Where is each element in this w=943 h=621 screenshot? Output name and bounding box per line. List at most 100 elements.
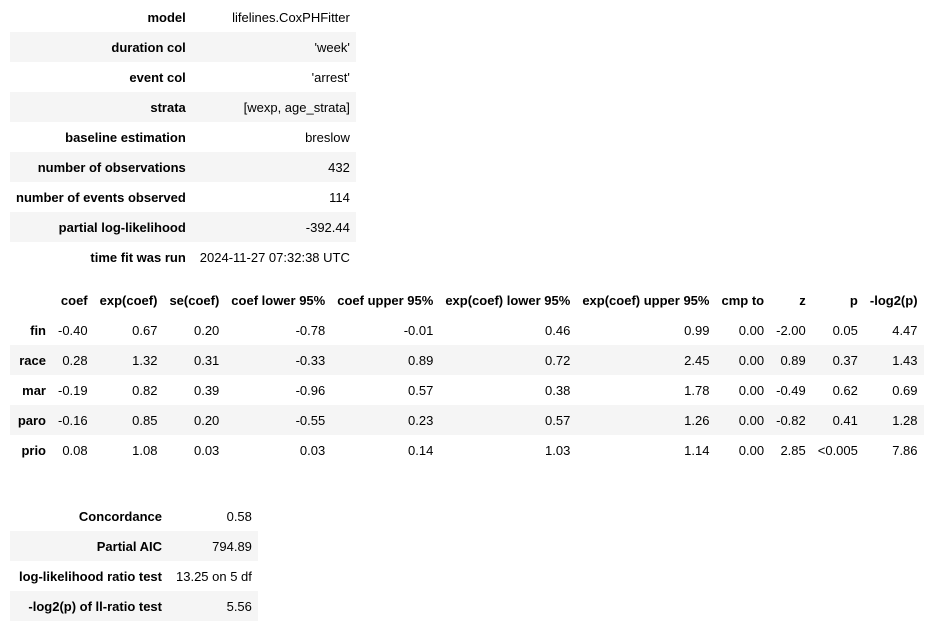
summary-row-partial-log-likelihood: partial log-likelihood -392.44 (10, 212, 356, 242)
cell-exp-coef-lower-95: 0.38 (545, 382, 571, 398)
column-header-coef-lower-95: coef lower 95% (231, 292, 326, 308)
summary-row-baseline-estimation: baseline estimation breslow (10, 122, 356, 152)
cell-se-coef: 0.20 (193, 322, 220, 338)
column-header-exp-coef-upper-95: exp(coef) upper 95% (582, 292, 710, 308)
cell-se-coef: 0.31 (163, 345, 226, 375)
cell-exp-coef-lower-95: 0.46 (545, 322, 571, 338)
cell-coef-lower-95: 0.03 (299, 442, 326, 458)
summary-label: number of events observed (16, 189, 186, 205)
cell-coef-lower-95: -0.78 (295, 322, 326, 338)
cell-z: -0.82 (770, 405, 812, 435)
cell-cmp-to: 0.00 (715, 345, 771, 375)
stats-value: 13.25 on 5 df (176, 568, 252, 584)
cell-neg-log2-p: 1.43 (863, 345, 924, 375)
row-header: fin (30, 322, 46, 338)
cell-cmp-to: 0.00 (738, 442, 765, 458)
stats-value: 5.56 (170, 591, 258, 621)
cell-exp-coef-lower-95: 0.57 (439, 405, 577, 435)
column-header-coef-upper-95: coef upper 95% (337, 292, 434, 308)
cell-neg-log2-p: 7.86 (892, 442, 918, 458)
cell-coef-upper-95: 0.89 (331, 345, 440, 375)
coef-header-row: coef exp(coef) se(coef) coef lower 95% c… (10, 285, 924, 315)
cell-cmp-to: 0.00 (738, 382, 765, 398)
cell-coef-upper-95: 0.57 (408, 382, 434, 398)
cell-p: 0.37 (811, 345, 864, 375)
cell-coef-lower-95: -0.33 (225, 345, 332, 375)
summary-label: duration col (10, 32, 194, 62)
summary-row-number-of-events: number of events observed 114 (10, 182, 356, 212)
cell-coef: -0.40 (58, 322, 88, 338)
cell-exp-coef-lower-95: 0.72 (439, 345, 577, 375)
cell-z: 2.85 (780, 442, 806, 458)
summary-value: 'arrest' (311, 69, 350, 85)
cell-coef-upper-95: -0.01 (403, 322, 434, 338)
summary-label: strata (10, 92, 194, 122)
cell-neg-log2-p: 0.69 (892, 382, 918, 398)
summary-value: 432 (193, 152, 356, 182)
column-header-exp-coef: exp(coef) (99, 292, 158, 308)
row-header: mar (22, 382, 46, 398)
summary-label: time fit was run (90, 249, 186, 265)
cell-coef: 0.08 (62, 442, 88, 458)
summary-value: 'week' (193, 32, 356, 62)
stats-row-neg-log2-p-ll-ratio: -log2(p) of ll-ratio test 5.56 (10, 591, 258, 621)
cell-se-coef: 0.39 (193, 382, 220, 398)
summary-value: -392.44 (193, 212, 356, 242)
cell-cmp-to: 0.00 (738, 322, 765, 338)
stats-row-concordance: Concordance 0.58 (10, 501, 258, 531)
summary-value: breslow (305, 129, 350, 145)
cell-coef-upper-95: 0.23 (331, 405, 440, 435)
cell-z: 0.89 (770, 345, 812, 375)
summary-row-duration-col: duration col 'week' (10, 32, 356, 62)
summary-row-strata: strata [wexp, age_strata] (10, 92, 356, 122)
cell-z: -0.49 (776, 382, 806, 398)
column-header-coef: coef (60, 292, 88, 308)
stats-label: log-likelihood ratio test (18, 568, 162, 584)
summary-label: event col (129, 69, 186, 85)
cell-p: 0.05 (832, 322, 858, 338)
table-row: prio 0.08 1.08 0.03 0.03 0.14 1.03 1.14 … (10, 435, 924, 465)
cell-p: 0.41 (811, 405, 864, 435)
stats-label: -log2(p) of ll-ratio test (10, 591, 170, 621)
cell-coef: -0.16 (52, 405, 94, 435)
stats-row-partial-aic: Partial AIC 794.89 (10, 531, 258, 561)
column-header-cmp-to: cmp to (721, 292, 765, 308)
cell-coef: 0.28 (52, 345, 94, 375)
cell-coef-lower-95: -0.96 (295, 382, 326, 398)
summary-row-time-fit: time fit was run 2024-11-27 07:32:38 UTC (10, 242, 356, 272)
cell-se-coef: 0.20 (163, 405, 226, 435)
fit-statistics-table: Concordance 0.58 Partial AIC 794.89 log-… (10, 501, 258, 621)
summary-value: 2024-11-27 07:32:38 UTC (199, 249, 350, 265)
summary-value: 114 (329, 189, 350, 205)
summary-label: baseline estimation (65, 129, 186, 145)
summary-row-event-col: event col 'arrest' (10, 62, 356, 92)
column-header-exp-coef-lower-95: exp(coef) lower 95% (445, 292, 571, 308)
coefficients-table: coef exp(coef) se(coef) coef lower 95% c… (10, 285, 924, 465)
cell-cmp-to: 0.00 (715, 405, 771, 435)
cell-coef-upper-95: 0.14 (408, 442, 434, 458)
cell-coef-lower-95: -0.55 (225, 405, 332, 435)
summary-label: partial log-likelihood (10, 212, 194, 242)
table-row: race 0.28 1.32 0.31 -0.33 0.89 0.72 2.45… (10, 345, 924, 375)
stats-value: 794.89 (170, 531, 258, 561)
cell-exp-coef: 1.08 (132, 442, 158, 458)
cell-neg-log2-p: 4.47 (892, 322, 918, 338)
summary-label: model (147, 9, 186, 25)
stats-label: Partial AIC (10, 531, 170, 561)
summary-row-number-of-observations: number of observations 432 (10, 152, 356, 182)
cell-exp-coef-upper-95: 1.26 (576, 405, 716, 435)
stats-row-ll-ratio-test: log-likelihood ratio test 13.25 on 5 df (10, 561, 258, 591)
cell-exp-coef: 1.32 (93, 345, 164, 375)
cell-exp-coef-upper-95: 1.78 (684, 382, 710, 398)
cell-exp-coef: 0.85 (93, 405, 164, 435)
cell-exp-coef: 0.82 (132, 382, 158, 398)
table-row: paro -0.16 0.85 0.20 -0.55 0.23 0.57 1.2… (10, 405, 924, 435)
cell-neg-log2-p: 1.28 (863, 405, 924, 435)
table-row: fin -0.40 0.67 0.20 -0.78 -0.01 0.46 0.9… (10, 315, 924, 345)
cell-p: 0.62 (832, 382, 858, 398)
cell-coef: -0.19 (58, 382, 88, 398)
summary-label: number of observations (10, 152, 194, 182)
column-header-z: z (799, 292, 806, 308)
cell-se-coef: 0.03 (193, 442, 220, 458)
cell-exp-coef-upper-95: 1.14 (684, 442, 710, 458)
